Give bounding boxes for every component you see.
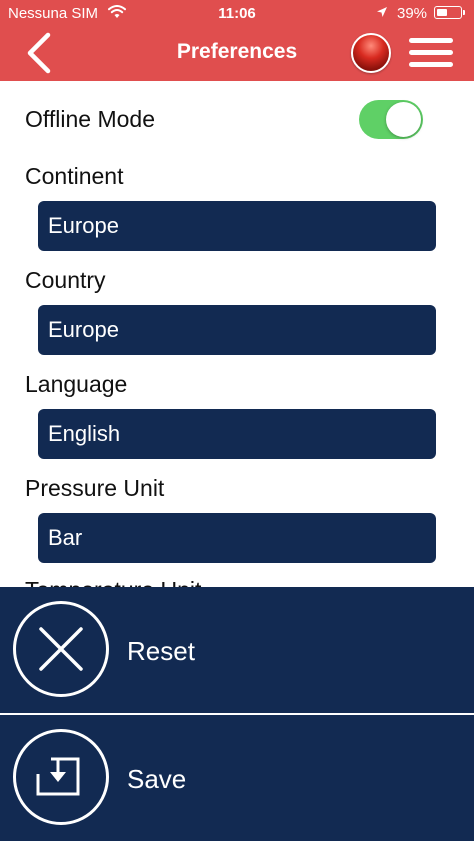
temperature-unit-label: Temperature Unit — [25, 577, 201, 587]
battery-icon — [434, 6, 465, 19]
reset-label: Reset — [127, 636, 195, 666]
header-bar: Nessuna SIM 11:06 39% Preferences — [0, 0, 474, 81]
country-label: Country — [25, 267, 106, 293]
offline-mode-label: Offline Mode — [25, 106, 155, 132]
avatar[interactable] — [351, 33, 391, 73]
save-label: Save — [127, 764, 187, 794]
toggle-knob — [386, 102, 421, 137]
location-arrow-icon — [377, 7, 387, 17]
continent-select[interactable]: Europe — [38, 201, 436, 251]
pressure-unit-label: Pressure Unit — [25, 475, 165, 501]
preferences-list[interactable]: Offline Mode Continent Europe Country Eu… — [0, 81, 474, 587]
pressure-unit-select[interactable]: Bar — [38, 513, 436, 563]
offline-mode-toggle[interactable] — [359, 100, 423, 139]
save-button[interactable]: Save — [0, 715, 474, 841]
language-select[interactable]: English — [38, 409, 436, 459]
save-icon — [13, 729, 109, 825]
close-icon — [13, 601, 109, 697]
continent-label: Continent — [25, 163, 124, 189]
status-bar: Nessuna SIM 11:06 39% — [0, 0, 474, 26]
battery-percentage: 39% — [397, 5, 428, 22]
reset-button[interactable]: Reset — [0, 587, 474, 713]
page-title: Preferences — [176, 40, 298, 63]
language-label: Language — [25, 371, 128, 397]
country-select[interactable]: Europe — [38, 305, 436, 355]
hamburger-menu-icon[interactable] — [409, 38, 453, 68]
